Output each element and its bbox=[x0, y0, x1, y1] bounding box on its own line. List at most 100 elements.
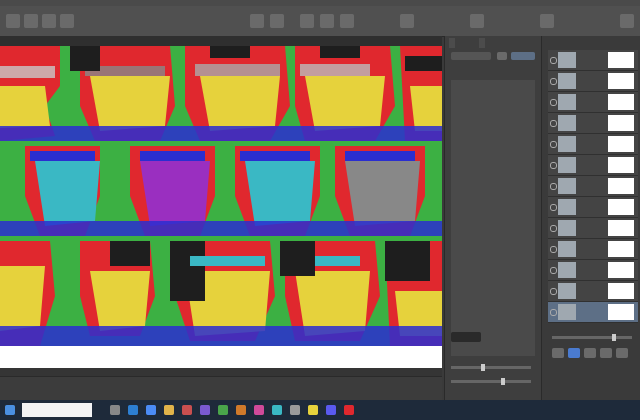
tool-icon[interactable] bbox=[497, 52, 507, 60]
new-layer-icon[interactable] bbox=[552, 348, 564, 358]
layer-row[interactable] bbox=[548, 176, 638, 197]
layer-row[interactable] bbox=[548, 50, 638, 71]
canvas-area[interactable] bbox=[0, 46, 442, 376]
edge-icon[interactable] bbox=[128, 405, 138, 415]
tool-icon[interactable] bbox=[42, 14, 56, 28]
app-icon[interactable] bbox=[326, 405, 336, 415]
layer-mask bbox=[608, 73, 634, 89]
os-taskbar bbox=[0, 400, 640, 420]
layer-thumbnail bbox=[558, 304, 576, 320]
folder-icon[interactable] bbox=[584, 348, 596, 358]
layer-row[interactable] bbox=[548, 218, 638, 239]
tool-icon[interactable] bbox=[320, 14, 334, 28]
app-icon[interactable] bbox=[200, 405, 210, 415]
app-icon[interactable] bbox=[272, 405, 282, 415]
layer-mask bbox=[608, 94, 634, 110]
layer-thumbnail bbox=[558, 220, 576, 236]
tool-icon[interactable] bbox=[270, 14, 284, 28]
layer-row[interactable] bbox=[548, 134, 638, 155]
app-icon[interactable] bbox=[182, 405, 192, 415]
eye-icon[interactable] bbox=[550, 309, 557, 316]
layer-thumbnail bbox=[558, 241, 576, 257]
eye-icon[interactable] bbox=[550, 204, 557, 211]
task-view-icon[interactable] bbox=[110, 405, 120, 415]
canvas-image[interactable] bbox=[0, 46, 442, 346]
tool-icon[interactable] bbox=[24, 14, 38, 28]
tool-icon[interactable] bbox=[470, 14, 484, 28]
tool-icon[interactable] bbox=[300, 14, 314, 28]
panel-tab[interactable] bbox=[479, 38, 485, 48]
clip-studio-icon[interactable] bbox=[344, 405, 354, 415]
tool-icon[interactable] bbox=[60, 14, 74, 28]
canvas-paper-edge bbox=[0, 346, 442, 368]
opacity-slider[interactable] bbox=[552, 334, 632, 341]
layer-row[interactable] bbox=[548, 155, 638, 176]
layer-thumbnail bbox=[558, 262, 576, 278]
app-icon[interactable] bbox=[218, 405, 228, 415]
layer-mask bbox=[608, 199, 634, 215]
dropdown[interactable] bbox=[451, 52, 491, 60]
eye-icon[interactable] bbox=[550, 267, 557, 274]
zoom-field[interactable] bbox=[451, 332, 481, 342]
folder-icon[interactable] bbox=[164, 405, 174, 415]
layer-mask bbox=[608, 304, 634, 320]
layer-row[interactable] bbox=[548, 239, 638, 260]
navigator-preview[interactable] bbox=[451, 80, 535, 356]
layer-mask bbox=[608, 178, 634, 194]
layer-thumbnail bbox=[558, 94, 576, 110]
tool-icon[interactable] bbox=[400, 14, 414, 28]
panel-tab[interactable] bbox=[449, 38, 455, 48]
app-icon[interactable] bbox=[308, 405, 318, 415]
layer-mask bbox=[608, 241, 634, 257]
taskbar-search-input[interactable] bbox=[22, 403, 92, 417]
zoom-slider[interactable] bbox=[451, 364, 531, 371]
layer-thumbnail bbox=[558, 157, 576, 173]
trash-icon[interactable] bbox=[616, 348, 628, 358]
document-tabbar[interactable] bbox=[0, 36, 442, 46]
tool-icon[interactable] bbox=[620, 14, 634, 28]
eye-icon[interactable] bbox=[550, 141, 557, 148]
eye-icon[interactable] bbox=[550, 120, 557, 127]
app-icon[interactable] bbox=[254, 405, 264, 415]
layer-mask bbox=[608, 136, 634, 152]
layer-row[interactable] bbox=[548, 92, 638, 113]
eye-icon[interactable] bbox=[550, 162, 557, 169]
layer-mask bbox=[608, 262, 634, 278]
layer-row[interactable] bbox=[548, 197, 638, 218]
layer-thumbnail bbox=[558, 115, 576, 131]
layer-panel bbox=[541, 36, 640, 400]
layer-thumbnail bbox=[558, 178, 576, 194]
layer-thumbnail bbox=[558, 136, 576, 152]
layer-mask bbox=[608, 157, 634, 173]
layer-mask bbox=[608, 283, 634, 299]
tool-icon[interactable] bbox=[250, 14, 264, 28]
layer-row[interactable] bbox=[548, 113, 638, 134]
tool-icon[interactable] bbox=[6, 14, 20, 28]
layer-mask bbox=[608, 115, 634, 131]
layer-row[interactable] bbox=[548, 281, 638, 302]
rotate-slider[interactable] bbox=[451, 378, 531, 385]
main-toolbar bbox=[0, 6, 640, 37]
layer-row[interactable] bbox=[548, 71, 638, 92]
layer-row-selected[interactable] bbox=[548, 302, 638, 323]
eye-icon[interactable] bbox=[550, 78, 557, 85]
eye-icon[interactable] bbox=[550, 99, 557, 106]
layer-mode-icon[interactable] bbox=[568, 348, 580, 358]
layer-mask bbox=[608, 220, 634, 236]
eye-icon[interactable] bbox=[550, 183, 557, 190]
horizontal-scrollbar[interactable] bbox=[0, 368, 442, 376]
eye-icon[interactable] bbox=[550, 246, 557, 253]
eye-icon[interactable] bbox=[550, 225, 557, 232]
eye-icon[interactable] bbox=[550, 57, 557, 64]
app-icon[interactable] bbox=[290, 405, 300, 415]
eye-icon[interactable] bbox=[550, 288, 557, 295]
mask-icon[interactable] bbox=[600, 348, 612, 358]
chrome-icon[interactable] bbox=[146, 405, 156, 415]
tool-icon[interactable] bbox=[511, 52, 535, 60]
app-icon[interactable] bbox=[236, 405, 246, 415]
tool-icon[interactable] bbox=[540, 14, 554, 28]
layer-row[interactable] bbox=[548, 260, 638, 281]
windows-start-icon[interactable] bbox=[5, 405, 15, 415]
layer-thumbnail bbox=[558, 283, 576, 299]
tool-icon[interactable] bbox=[340, 14, 354, 28]
